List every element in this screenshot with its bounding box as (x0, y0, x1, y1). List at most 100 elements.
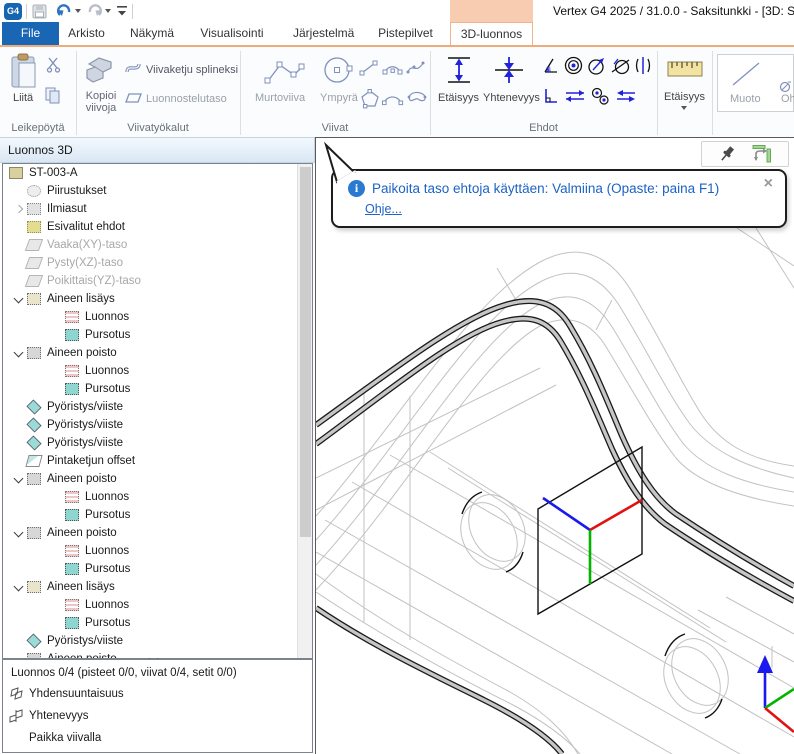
tree-item[interactable]: Pursotus (3, 380, 312, 398)
arc-tangent-icon[interactable] (382, 91, 404, 107)
sketch-plane-label[interactable]: Luonnostelutaso (146, 93, 227, 105)
arc-icon[interactable] (382, 59, 404, 77)
circle-icon[interactable] (322, 55, 356, 87)
tree-item[interactable]: Aineen poisto (3, 344, 312, 362)
pin-icon[interactable] (717, 144, 737, 164)
polyline-label[interactable]: Murtoviiva (255, 92, 305, 104)
undo-button[interactable] (56, 3, 73, 19)
tree-item[interactable]: Luonnos (3, 596, 312, 614)
tree-expander-icon[interactable] (11, 526, 27, 540)
cut-icon[interactable] (46, 57, 61, 73)
reposition-icon[interactable] (751, 144, 773, 164)
tree-item[interactable]: Pursotus (3, 326, 312, 344)
shape-label[interactable]: Muoto (730, 93, 761, 105)
freeform-icon[interactable] (406, 89, 428, 109)
line-segment-icon[interactable] (359, 59, 379, 77)
constraint-row[interactable]: Yhdensuuntaisuus (3, 683, 312, 705)
tree-item[interactable]: ST-003-A (3, 164, 312, 182)
angle-dimension-icon[interactable] (610, 56, 631, 75)
help-link[interactable]: Ohje... (365, 202, 402, 216)
tree-item[interactable]: Luonnos (3, 308, 312, 326)
tree-item[interactable]: Aineen lisäys (3, 578, 312, 596)
tab-pistepilvet[interactable]: Pistepilvet (377, 22, 434, 45)
distance-constraint-label[interactable]: Etäisyys (438, 92, 479, 104)
opposite-arrows-icon[interactable] (615, 89, 637, 103)
parallel-icon[interactable] (564, 89, 586, 103)
tab-3d-luonnos[interactable]: 3D-luonnos (450, 22, 533, 45)
circle-label[interactable]: Ympyrä (320, 92, 358, 104)
distance-dim-label[interactable]: Etäisyys (664, 91, 705, 103)
tree-item[interactable]: Pintaketjun offset (3, 452, 312, 470)
tab-jarjestelma[interactable]: Järjestelmä (293, 22, 351, 45)
tree-item[interactable]: Pysty(XZ)-taso (3, 254, 312, 272)
polygon-icon[interactable] (360, 89, 380, 109)
viewport-3d[interactable] (315, 137, 794, 754)
tree-item[interactable]: Luonnos (3, 542, 312, 560)
ellipse-partial-icon[interactable] (779, 81, 793, 93)
tree-item[interactable]: Pursotus (3, 614, 312, 632)
tree-item[interactable]: Pursotus (3, 560, 312, 578)
balloon-close-icon[interactable]: × (764, 176, 773, 192)
polyline-icon[interactable] (264, 57, 306, 87)
tree-expander-icon[interactable] (11, 652, 27, 659)
shape-icon[interactable] (730, 60, 762, 88)
copy-lines-label[interactable]: Kopioiviivoja (78, 90, 124, 114)
symmetry-icon[interactable] (634, 56, 652, 75)
tree-expander-icon[interactable] (11, 346, 27, 360)
tab-nakyma[interactable]: Näkymä (129, 22, 175, 45)
tree-item[interactable]: Poikittais(YZ)-taso (3, 272, 312, 290)
tangent-icon[interactable] (587, 56, 607, 75)
tree-scrollbar-thumb[interactable] (300, 167, 311, 537)
constraint-row[interactable]: Paikka viivalla (3, 727, 312, 749)
tree-item[interactable]: Pyöristys/viiste (3, 632, 312, 650)
partial-label[interactable]: Oh (781, 93, 794, 105)
tree-item[interactable]: Aineen poisto (3, 470, 312, 488)
equal-radius-icon[interactable] (590, 87, 610, 106)
coincidence-label[interactable]: Yhtenevyys (483, 92, 540, 104)
spline-chain-icon[interactable] (125, 61, 142, 75)
tree-item[interactable]: Pyöristys/viiste (3, 434, 312, 452)
constraint-row[interactable]: Yhtenevyys (3, 705, 312, 727)
tree-item[interactable]: Ilmiasut (3, 200, 312, 218)
tree-item[interactable]: Esivalitut ehdot (3, 218, 312, 236)
group-label-leikepoyta: Leikepöytä (0, 122, 76, 134)
paste-icon[interactable] (10, 53, 40, 91)
redo-dropdown-icon[interactable] (105, 9, 111, 13)
app-logo[interactable]: G4 (4, 3, 22, 20)
distance-dim-dropdown-icon[interactable] (681, 106, 687, 110)
perpendicular-icon[interactable] (542, 87, 559, 105)
paste-label[interactable]: Liitä (13, 92, 33, 104)
undo-dropdown-icon[interactable] (75, 9, 81, 13)
concentric-icon[interactable] (564, 56, 583, 75)
tree-item[interactable]: Luonnos (3, 488, 312, 506)
tree-scrollbar[interactable] (297, 164, 312, 658)
angle-constraint-icon[interactable] (542, 57, 560, 75)
distance-constraint-icon[interactable] (444, 55, 474, 85)
sketch-plane-icon[interactable] (125, 92, 142, 104)
tree-expander-icon[interactable] (11, 472, 27, 486)
tree-item[interactable]: Vaaka(XY)-taso (3, 236, 312, 254)
tree-item[interactable]: Pyöristys/viiste (3, 416, 312, 434)
tree-item[interactable]: Pyöristys/viiste (3, 398, 312, 416)
copy-icon[interactable] (45, 87, 61, 105)
tree-expander-icon[interactable] (11, 292, 27, 306)
spline-icon[interactable] (406, 57, 426, 77)
tree-item[interactable]: Pursotus (3, 506, 312, 524)
plane-icon (25, 239, 43, 251)
coincidence-icon[interactable] (492, 55, 526, 85)
tree-expander-icon[interactable] (11, 202, 27, 216)
tree-item[interactable]: Piirustukset (3, 182, 312, 200)
tree-item[interactable]: Aineen poisto (3, 524, 312, 542)
tree-expander-icon[interactable] (11, 580, 27, 594)
save-button[interactable] (32, 4, 47, 19)
redo-button[interactable] (86, 3, 103, 19)
ruler-icon[interactable] (667, 60, 703, 78)
tab-visualisointi[interactable]: Visualisointi (199, 22, 265, 45)
customize-quick-access-icon[interactable] (116, 5, 128, 17)
spline-chain-label[interactable]: Viivaketju splineksi (146, 64, 238, 76)
tab-arkisto[interactable]: Arkisto (64, 22, 109, 45)
tab-file[interactable]: File (2, 22, 59, 45)
tree-item[interactable]: Luonnos (3, 362, 312, 380)
tree-item[interactable]: Aineen lisäys (3, 290, 312, 308)
copy-lines-icon[interactable] (85, 54, 115, 86)
